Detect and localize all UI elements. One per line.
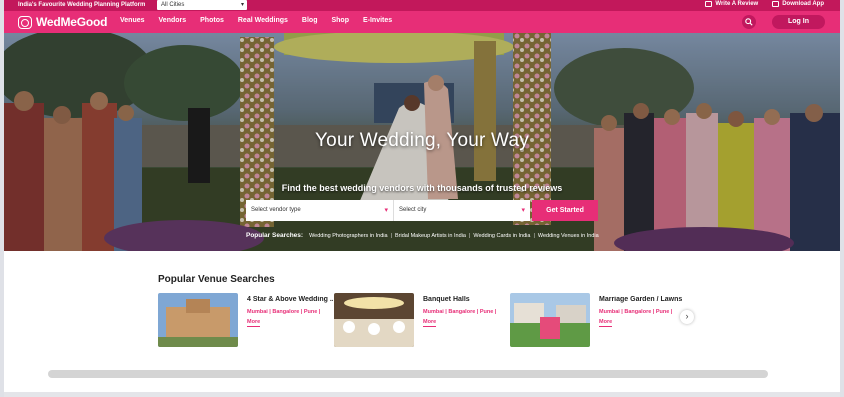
venue-card[interactable]: Marriage Garden / Lawns Mumbai | Bangalo… (510, 293, 682, 348)
nav-links: Venues Vendors Photos Real Weddings Blog… (120, 17, 392, 24)
popular-search-link[interactable]: Wedding Cards in India (473, 233, 530, 239)
venue-card[interactable]: 4 Star & Above Wedding ... Mumbai | Bang… (158, 293, 333, 348)
search-icon (745, 18, 753, 26)
popular-search-link[interactable]: Bridal Makeup Artists in India (395, 233, 466, 239)
popular-searches: Popular Searches: Wedding Photographers … (246, 232, 599, 239)
tagline: India's Favourite Wedding Planning Platf… (18, 2, 146, 8)
city-dropdown[interactable]: All Cities ▾ (157, 0, 247, 10)
hero-title: Your Wedding, Your Way (315, 130, 529, 151)
nav-photos[interactable]: Photos (200, 17, 224, 24)
city-select[interactable]: Select city ▾ (394, 200, 530, 221)
write-review-link[interactable]: Write A Review (705, 1, 758, 7)
venue-thumbnail (510, 293, 590, 347)
nav-venues[interactable]: Venues (120, 17, 145, 24)
search-button[interactable] (742, 15, 756, 29)
main-nav: WedMeGood Venues Vendors Photos Real Wed… (4, 11, 840, 33)
separator: | (390, 232, 392, 239)
browser-frame: India's Favourite Wedding Planning Platf… (0, 0, 844, 397)
popular-search-link[interactable]: Wedding Venues in India (538, 233, 599, 239)
hero-subtitle: Find the best wedding vendors with thous… (281, 183, 563, 193)
logo[interactable]: WedMeGood (18, 15, 108, 29)
venue-card-cities[interactable]: Mumbai | Bangalore | Pune | (247, 309, 320, 315)
venue-card-more-link[interactable]: More (599, 319, 613, 327)
logo-icon (18, 15, 32, 29)
pencil-icon (705, 1, 713, 7)
city-dropdown-value: All Cities (161, 2, 185, 8)
section-title: Popular Venue Searches (158, 274, 275, 285)
popular-search-link[interactable]: Wedding Photographers in India (309, 233, 387, 239)
venue-card-more-link[interactable]: More (247, 319, 261, 327)
download-app-label: Download App (782, 1, 824, 7)
chevron-down-icon: ▾ (240, 2, 244, 8)
download-app-link[interactable]: Download App (772, 1, 824, 7)
nav-e-invites[interactable]: E-Invites (363, 17, 392, 24)
get-started-button[interactable]: Get Started (532, 200, 598, 221)
vendor-type-select[interactable]: Select vendor type ▾ (246, 200, 394, 221)
chevron-down-icon: ▾ (384, 207, 388, 214)
venue-card-title: 4 Star & Above Wedding ... (247, 296, 333, 303)
venue-card-title: Marriage Garden / Lawns (599, 296, 683, 303)
venue-card-cities[interactable]: Mumbai | Bangalore | Pune | (423, 309, 496, 315)
bottom-edge (4, 392, 840, 397)
hero-banner: Your Wedding, Your Way Find the best wed… (4, 33, 840, 251)
venue-card-more-link[interactable]: More (423, 319, 437, 327)
vendor-type-placeholder: Select vendor type (251, 207, 301, 213)
login-button[interactable]: Log In (772, 15, 825, 29)
top-utility-bar: India's Favourite Wedding Planning Platf… (4, 0, 840, 11)
venue-thumbnail (334, 293, 414, 347)
popular-searches-label: Popular Searches: (246, 232, 304, 239)
venue-card-cities[interactable]: Mumbai | Bangalore | Pune | (599, 309, 672, 315)
venue-card[interactable]: Banquet Halls Mumbai | Bangalore | Pune … (334, 293, 504, 348)
horizontal-scrollbar[interactable] (48, 370, 768, 378)
separator: | (533, 232, 535, 239)
phone-icon (772, 1, 780, 7)
city-placeholder: Select city (399, 207, 427, 213)
nav-blog[interactable]: Blog (302, 17, 318, 24)
page: India's Favourite Wedding Planning Platf… (4, 0, 840, 397)
separator: | (468, 232, 471, 239)
vendor-search-form: Select vendor type ▾ Select city ▾ Get S… (246, 200, 598, 221)
chevron-right-icon[interactable]: › (680, 310, 694, 324)
nav-shop[interactable]: Shop (331, 17, 349, 24)
top-right-links: Write A Review Download App (705, 1, 824, 7)
venue-thumbnail (158, 293, 238, 347)
write-review-label: Write A Review (715, 1, 759, 7)
nav-vendors[interactable]: Vendors (159, 17, 187, 24)
venue-card-title: Banquet Halls (423, 296, 470, 303)
chevron-down-icon: ▾ (521, 207, 525, 214)
logo-text: WedMeGood (36, 15, 108, 29)
nav-real-weddings[interactable]: Real Weddings (238, 17, 288, 24)
